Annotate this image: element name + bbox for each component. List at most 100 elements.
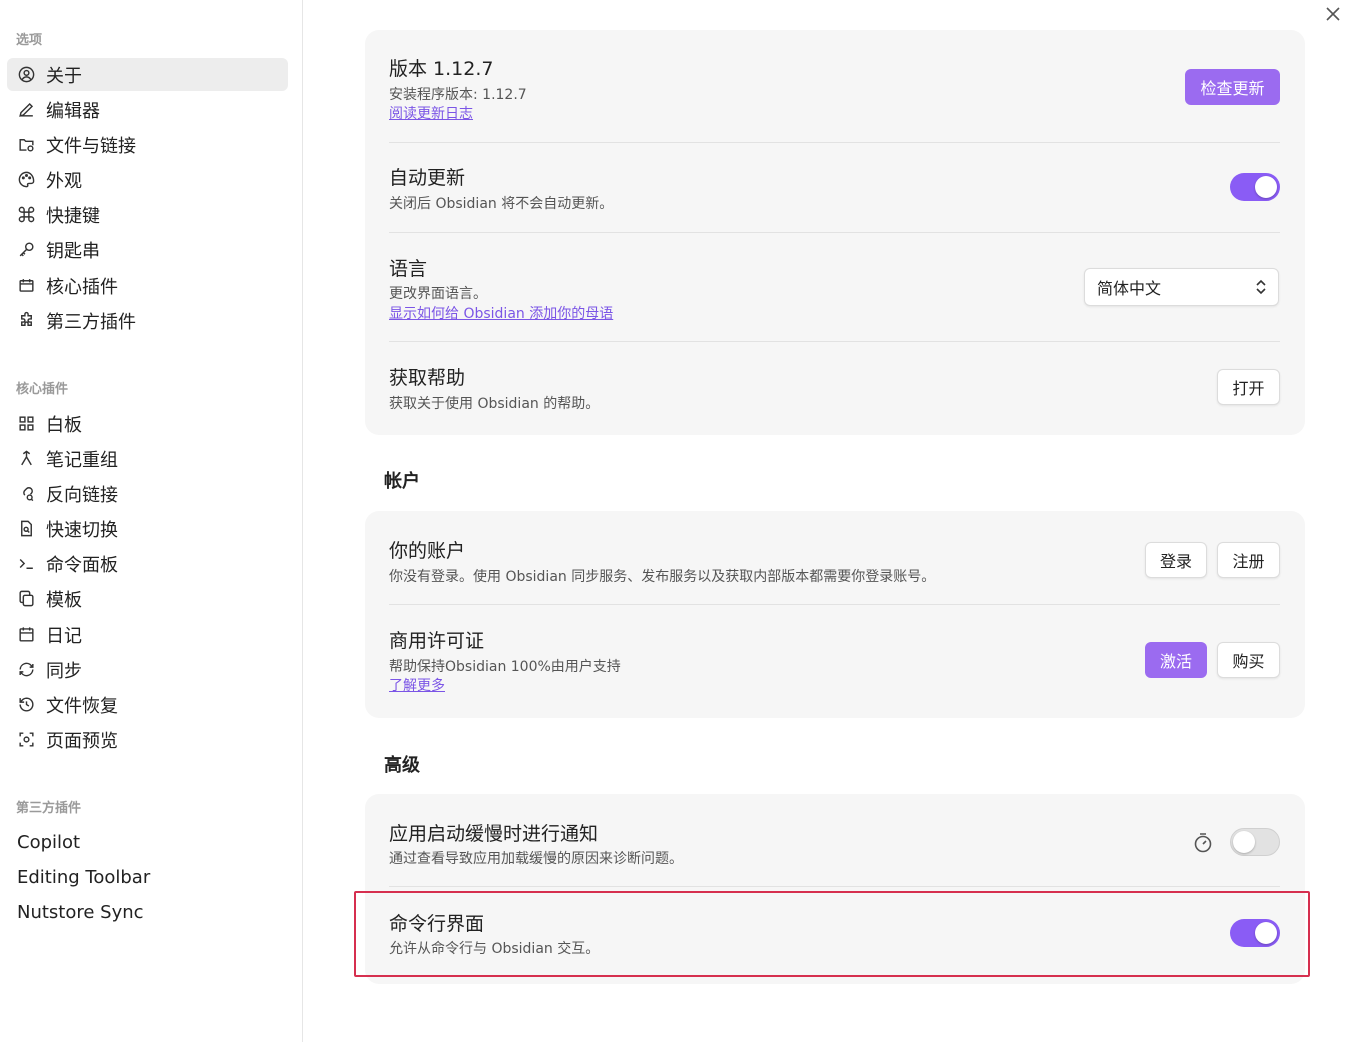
advanced-heading: 高级 <box>384 755 420 776</box>
slow-start-desc: 通过查看导致应用加载缓慢的原因来诊断问题。 <box>389 851 683 867</box>
sidebar-item-editing-toolbar[interactable]: Editing Toolbar <box>7 861 288 894</box>
login-button[interactable]: 登录 <box>1145 542 1207 578</box>
installer-version: 安装程序版本: 1.12.7 <box>389 87 527 103</box>
sidebar-item-label: 核心插件 <box>46 276 118 298</box>
sidebar-item-label: 文件恢复 <box>46 695 118 717</box>
stopwatch-icon[interactable] <box>1193 832 1213 854</box>
changelog-link[interactable]: 阅读更新日志 <box>389 103 473 123</box>
divider <box>389 886 1280 887</box>
toggle-knob <box>1255 176 1277 198</box>
sidebar-item-files-links[interactable]: 文件与链接 <box>7 128 288 161</box>
refresh-icon <box>17 660 36 679</box>
link-search-icon <box>17 484 36 503</box>
sidebar-item-label: 外观 <box>46 170 82 192</box>
sidebar-item-label: 编辑器 <box>46 100 100 122</box>
learn-more-link[interactable]: 了解更多 <box>389 675 445 695</box>
sidebar-item-community-plugins[interactable]: 第三方插件 <box>7 304 288 337</box>
language-help-link[interactable]: 显示如何给 Obsidian 添加你的母语 <box>389 303 613 323</box>
sidebar-heading-community: 第三方插件 <box>16 801 82 816</box>
sidebar-item-keychain[interactable]: 钥匙串 <box>7 233 288 266</box>
history-icon <box>17 695 36 714</box>
sidebar-item-backlinks[interactable]: 反向链接 <box>7 477 288 510</box>
highlight-box <box>354 891 1310 977</box>
folder-cog-icon <box>17 135 36 154</box>
close-icon <box>1326 7 1340 21</box>
sidebar-item-label: 页面预览 <box>46 730 118 752</box>
key-icon <box>17 240 36 259</box>
help-desc: 获取关于使用 Obsidian 的帮助。 <box>389 396 600 412</box>
chevron-updown-icon <box>1256 279 1266 295</box>
sidebar-item-editor[interactable]: 编辑器 <box>7 93 288 126</box>
sidebar-heading-options: 选项 <box>16 33 43 48</box>
calendar-icon <box>17 625 36 644</box>
license-title: 商用许可证 <box>389 630 485 652</box>
file-search-icon <box>17 519 36 538</box>
sidebar-item-label: 第三方插件 <box>46 311 136 333</box>
signup-button[interactable]: 注册 <box>1217 542 1280 578</box>
sidebar-item-command-palette[interactable]: 命令面板 <box>7 547 288 580</box>
sidebar-item-note-composer[interactable]: 笔记重组 <box>7 442 288 475</box>
sidebar-item-label: 命令面板 <box>46 554 118 576</box>
sidebar-item-label: 同步 <box>46 660 82 682</box>
toggle-knob <box>1233 831 1255 853</box>
buy-button[interactable]: 购买 <box>1217 642 1280 678</box>
sidebar-item-label: 模板 <box>46 589 82 611</box>
sidebar-item-label: 关于 <box>46 65 82 87</box>
language-title: 语言 <box>389 258 428 280</box>
sidebar-item-label: 快速切换 <box>46 519 118 541</box>
puzzle-icon <box>17 311 36 330</box>
divider <box>389 341 1280 342</box>
open-help-button[interactable]: 打开 <box>1217 369 1280 405</box>
sidebar-item-label: 反向链接 <box>46 484 118 506</box>
your-account-title: 你的账户 <box>389 540 466 562</box>
slow-start-toggle[interactable] <box>1230 828 1280 856</box>
auto-update-title: 自动更新 <box>389 167 466 189</box>
auto-update-toggle[interactable] <box>1230 173 1280 201</box>
sidebar-item-label: 白板 <box>46 414 82 436</box>
sidebar-item-file-recovery[interactable]: 文件恢复 <box>7 688 288 721</box>
sidebar-item-nutstore-sync[interactable]: Nutstore Sync <box>7 896 288 929</box>
check-update-button[interactable]: 检查更新 <box>1185 69 1280 105</box>
merge-icon <box>17 449 36 468</box>
settings-sidebar: 选项 关于 编辑器 文件与链接 外观 快捷键 钥匙串 核心插件 第三方插件 核心… <box>0 0 303 1042</box>
sidebar-item-label: Editing Toolbar <box>17 867 151 888</box>
scan-eye-icon <box>17 730 36 749</box>
divider <box>389 232 1280 233</box>
divider <box>389 604 1280 605</box>
sidebar-item-label: 笔记重组 <box>46 449 118 471</box>
sidebar-item-sync[interactable]: 同步 <box>7 653 288 686</box>
sidebar-item-label: Nutstore Sync <box>17 902 144 923</box>
sidebar-item-core-plugins[interactable]: 核心插件 <box>7 269 288 302</box>
sidebar-item-about[interactable]: 关于 <box>7 58 288 91</box>
language-desc: 更改界面语言。 <box>389 286 487 302</box>
sidebar-item-templates[interactable]: 模板 <box>7 582 288 615</box>
sidebar-item-label: 快捷键 <box>46 205 100 227</box>
sidebar-item-quick-switcher[interactable]: 快速切换 <box>7 512 288 545</box>
sidebar-item-label: 日记 <box>46 625 82 647</box>
language-select-value: 简体中文 <box>1097 279 1162 298</box>
license-desc: 帮助保持Obsidian 100%由用户支持 <box>389 659 621 675</box>
version-title: 版本 1.12.7 <box>389 58 494 80</box>
language-select[interactable]: 简体中文 <box>1084 268 1279 306</box>
sidebar-item-hotkeys[interactable]: 快捷键 <box>7 198 288 231</box>
layout-grid-icon <box>17 414 36 433</box>
sidebar-heading-core: 核心插件 <box>16 382 69 397</box>
divider <box>389 142 1280 143</box>
account-heading: 帐户 <box>384 471 420 492</box>
sidebar-item-label: 文件与链接 <box>46 135 136 157</box>
sidebar-item-copilot[interactable]: Copilot <box>7 826 288 859</box>
activate-button[interactable]: 激活 <box>1145 642 1207 678</box>
sidebar-item-label: 钥匙串 <box>46 240 100 262</box>
pencil-icon <box>17 100 36 119</box>
help-title: 获取帮助 <box>389 367 466 389</box>
sidebar-item-appearance[interactable]: 外观 <box>7 163 288 196</box>
calendar-box-icon <box>17 276 36 295</box>
close-button[interactable] <box>1322 3 1344 25</box>
terminal-icon <box>17 554 36 573</box>
palette-icon <box>17 170 36 189</box>
sidebar-item-daily-notes[interactable]: 日记 <box>7 618 288 651</box>
sidebar-item-page-preview[interactable]: 页面预览 <box>7 723 288 756</box>
sidebar-item-canvas[interactable]: 白板 <box>7 407 288 440</box>
user-circle-icon <box>17 65 36 84</box>
sidebar-item-label: Copilot <box>17 832 81 853</box>
